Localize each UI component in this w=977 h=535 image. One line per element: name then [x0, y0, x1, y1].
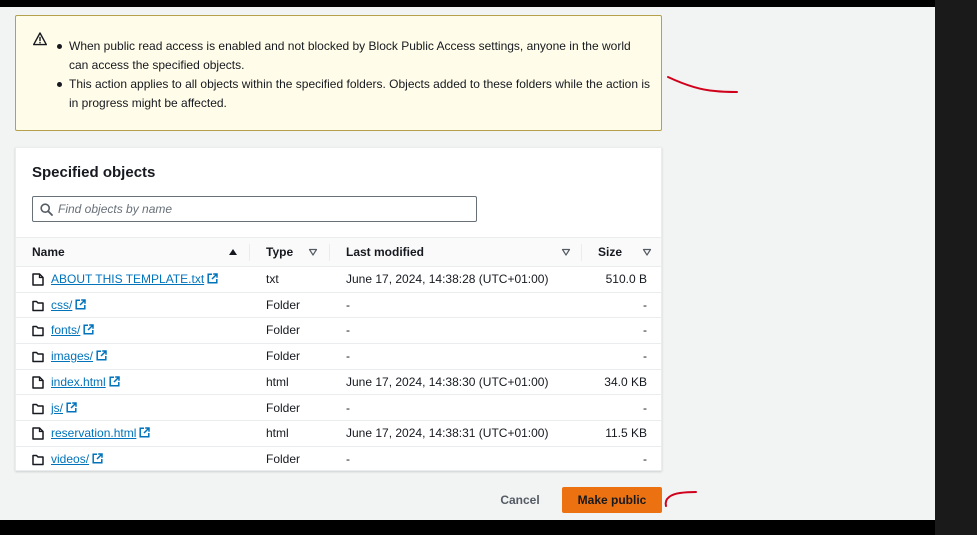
table-row: ABOUT THIS TEMPLATE.txt txt June 17, 2024,…	[16, 267, 661, 293]
file-icon	[32, 427, 44, 440]
object-last-modified-cell: June 17, 2024, 14:38:30 (UTC+01:00)	[346, 374, 549, 389]
object-size-cell: -	[643, 451, 647, 466]
folder-icon	[32, 326, 44, 337]
sort-icon[interactable]	[561, 247, 571, 257]
object-name-cell: js/	[51, 396, 77, 421]
annotation-stroke	[667, 76, 738, 93]
object-link[interactable]: css/	[51, 298, 72, 312]
file-icon	[32, 273, 44, 286]
object-last-modified-cell: -	[346, 297, 350, 312]
object-type-cell: html	[266, 426, 289, 441]
column-header-size[interactable]: Size	[598, 238, 622, 267]
object-link[interactable]: videos/	[51, 452, 89, 466]
external-link-icon[interactable]	[83, 324, 95, 335]
object-link[interactable]: fonts/	[51, 323, 80, 337]
sort-icon[interactable]	[642, 247, 652, 257]
object-name-cell: images/	[51, 344, 107, 369]
column-header-type[interactable]: Type	[266, 238, 293, 267]
object-link[interactable]: images/	[51, 349, 93, 363]
object-size-cell: -	[643, 297, 647, 312]
table-row: images/Folder - -	[16, 344, 661, 370]
folder-icon	[32, 403, 44, 414]
folder-icon	[32, 351, 44, 363]
object-size-cell: 11.5 KB	[605, 426, 647, 441]
external-link-icon[interactable]	[207, 273, 218, 284]
column-header-name[interactable]: Name	[32, 238, 65, 267]
warning-icon	[33, 32, 47, 46]
top-dark-strip	[0, 0, 977, 7]
panel-title: Specified objects	[32, 164, 156, 181]
folder-icon	[32, 300, 44, 311]
table-row: css/Folder - -	[16, 293, 661, 319]
object-name-cell: css/	[51, 293, 87, 318]
column-divider[interactable]	[329, 244, 330, 261]
object-last-modified-cell: June 17, 2024, 14:38:31 (UTC+01:00)	[346, 426, 549, 441]
object-name-cell: reservation.html	[51, 421, 151, 446]
object-type-cell: Folder	[266, 323, 301, 338]
object-link[interactable]: reservation.html	[51, 426, 136, 440]
specified-objects-panel: Specified objects Name Type Last modifie…	[15, 147, 662, 471]
external-link-icon[interactable]	[139, 427, 151, 438]
object-type-cell: html	[266, 374, 289, 389]
table-row: js/Folder - -	[16, 396, 661, 422]
object-size-cell: -	[643, 323, 647, 338]
object-type-cell: Folder	[266, 349, 301, 364]
object-last-modified-cell: -	[346, 451, 350, 466]
object-last-modified-cell: -	[346, 349, 350, 364]
table-row: fonts/Folder - -	[16, 318, 661, 345]
object-last-modified-cell: June 17, 2024, 14:38:28 (UTC+01:00)	[346, 272, 549, 286]
external-link-icon[interactable]	[66, 401, 77, 413]
external-link-icon[interactable]	[109, 376, 120, 387]
object-type-cell: Folder	[266, 400, 301, 415]
right-dark-strip	[935, 0, 977, 535]
external-link-icon[interactable]	[96, 350, 107, 361]
file-icon	[32, 376, 44, 389]
cancel-button[interactable]: Cancel	[490, 487, 550, 513]
object-name-cell: index.html	[51, 370, 120, 395]
warning-list: When public read access is enabled and n…	[55, 37, 651, 113]
bottom-dark-strip	[0, 520, 935, 535]
object-last-modified-cell: -	[346, 400, 350, 415]
search-box[interactable]	[32, 196, 477, 222]
object-type-cell: Folder	[266, 451, 301, 466]
object-name-cell: ABOUT THIS TEMPLATE.txt	[51, 267, 218, 292]
column-divider[interactable]	[249, 244, 250, 261]
make-public-button[interactable]: Make public	[562, 487, 662, 513]
table-row: index.html html June 17, 2024, 14:38:30 (U…	[16, 370, 661, 396]
folder-icon	[32, 454, 44, 466]
external-link-icon[interactable]	[75, 298, 87, 310]
object-name-cell: videos/	[51, 447, 103, 472]
column-header-last-modified[interactable]: Last modified	[346, 238, 424, 267]
sort-icon[interactable]	[308, 247, 318, 257]
object-link[interactable]: js/	[51, 401, 63, 415]
object-size-cell: -	[643, 349, 647, 364]
table-row: videos/Folder - -	[16, 447, 661, 473]
object-type-cell: txt	[266, 272, 279, 286]
object-last-modified-cell: -	[346, 323, 350, 338]
external-link-icon[interactable]	[92, 453, 103, 464]
table-row: reservation.html html June 17, 2024, 14:38…	[16, 421, 661, 447]
sort-ascending-icon[interactable]	[228, 247, 238, 257]
table-header: Name Type Last modified Size	[16, 237, 661, 267]
object-type-cell: Folder	[266, 297, 301, 312]
object-link[interactable]: ABOUT THIS TEMPLATE.txt	[51, 272, 204, 286]
object-size-cell: 34.0 KB	[604, 374, 647, 389]
search-input[interactable]	[58, 200, 468, 218]
warning-item: This action applies to all objects withi…	[55, 75, 651, 113]
object-link[interactable]: index.html	[51, 375, 106, 389]
column-divider[interactable]	[581, 244, 582, 261]
warning-alert: When public read access is enabled and n…	[15, 15, 662, 131]
warning-item: When public read access is enabled and n…	[55, 37, 651, 75]
object-size-cell: -	[643, 400, 647, 415]
object-name-cell: fonts/	[51, 318, 95, 343]
object-size-cell: 510.0 B	[605, 272, 647, 286]
annotation-stroke	[664, 491, 697, 507]
search-icon	[40, 203, 53, 216]
